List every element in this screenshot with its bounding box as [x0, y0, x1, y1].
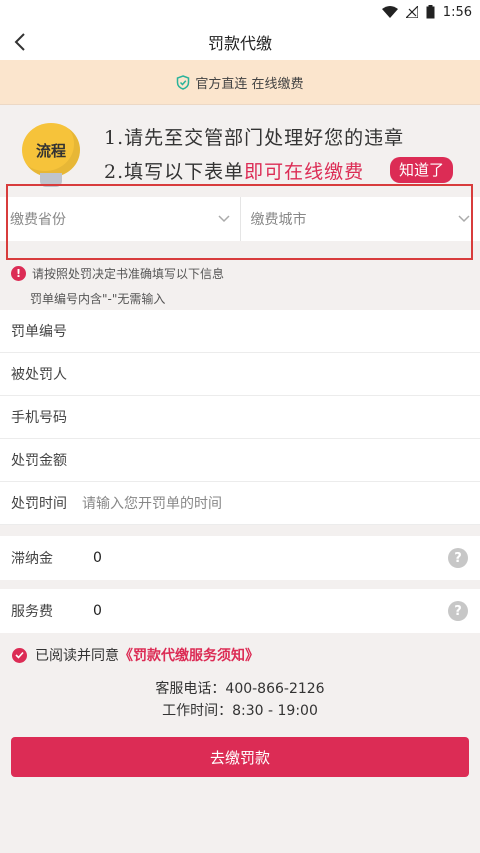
service-terms-link[interactable]: 《罚款代缴服务须知》	[119, 645, 259, 665]
region-highlight-box	[6, 184, 473, 260]
service-fee-value: 0	[93, 603, 102, 619]
tip-line-1-text: 请按照处罚决定书准确填写以下信息	[32, 266, 225, 281]
working-hours: 工作时间：8:30 - 19:00	[162, 703, 318, 719]
form-tips: ! 请按照处罚决定书准确填写以下信息 罚单编号内含"-"无需输入	[0, 260, 480, 310]
late-fee-label: 滞纳金	[11, 551, 53, 567]
late-fee-value: 0	[93, 550, 102, 566]
tip-line-2: 罚单编号内含"-"无需输入	[30, 291, 166, 306]
shield-check-icon	[176, 74, 190, 90]
process-step-1: 1.请先至交管部门处理好您的违章	[104, 127, 405, 149]
fine-form: 罚单编号 被处罚人 手机号码 处罚金额 处罚时间 请输入您开罚单的时间	[0, 310, 480, 525]
phone-number-field[interactable]: 手机号码	[0, 396, 480, 439]
agreement-row: 已阅读并同意 《罚款代缴服务须知》	[12, 645, 259, 665]
checkbox-checked-icon[interactable]	[12, 647, 27, 663]
fine-amount-field[interactable]: 处罚金额	[0, 439, 480, 482]
late-fee-row: 滞纳金 0 ?	[0, 536, 480, 580]
process-step-2: 2.填写以下表单即可在线缴费	[104, 157, 364, 184]
service-fee-row: 服务费 0 ?	[0, 589, 480, 633]
status-time: 1:56	[442, 4, 472, 20]
chevron-left-icon[interactable]	[6, 28, 34, 56]
question-icon[interactable]: ?	[448, 548, 468, 568]
field-label: 被处罚人	[11, 367, 67, 383]
wifi-icon	[381, 6, 398, 18]
nav-bar: 罚款代缴	[0, 24, 480, 60]
agreement-prefix: 已阅读并同意	[35, 648, 119, 664]
fine-time-field[interactable]: 处罚时间 请输入您开罚单的时间	[0, 482, 480, 525]
status-bar: 1:56	[0, 0, 480, 24]
question-icon[interactable]: ?	[448, 601, 468, 621]
field-label: 罚单编号	[11, 324, 67, 340]
signal-icon	[405, 6, 418, 18]
customer-service-phone: 客服电话：400-866-2126	[155, 681, 325, 697]
page-title: 罚款代缴	[207, 34, 272, 53]
process-step-2-highlight: 即可在线缴费	[244, 161, 365, 183]
battery-icon	[426, 5, 435, 19]
official-notice: 官方直连 在线缴费	[0, 60, 480, 104]
field-label: 处罚金额	[11, 453, 67, 469]
pay-fine-button[interactable]: 去缴罚款	[11, 737, 469, 777]
fine-number-field[interactable]: 罚单编号	[0, 310, 480, 353]
offender-name-field[interactable]: 被处罚人	[0, 353, 480, 396]
field-label: 处罚时间	[11, 496, 67, 512]
notice-text: 官方直连 在线缴费	[195, 76, 304, 92]
warning-icon: !	[11, 265, 26, 281]
lightbulb-icon: 流程	[22, 123, 80, 191]
tip-line-1: ! 请按照处罚决定书准确填写以下信息	[0, 260, 480, 286]
bulb-label: 流程	[35, 142, 66, 160]
process-step-2-prefix: 2.填写以下表单	[104, 161, 245, 183]
dismiss-button[interactable]: 知道了	[390, 157, 454, 183]
service-fee-label: 服务费	[11, 604, 53, 620]
field-label: 手机号码	[11, 410, 67, 426]
process-banner: 流程 1.请先至交管部门处理好您的违章 2.填写以下表单即可在线缴费 知道了	[0, 104, 480, 196]
fine-time-placeholder[interactable]: 请输入您开罚单的时间	[82, 493, 222, 513]
